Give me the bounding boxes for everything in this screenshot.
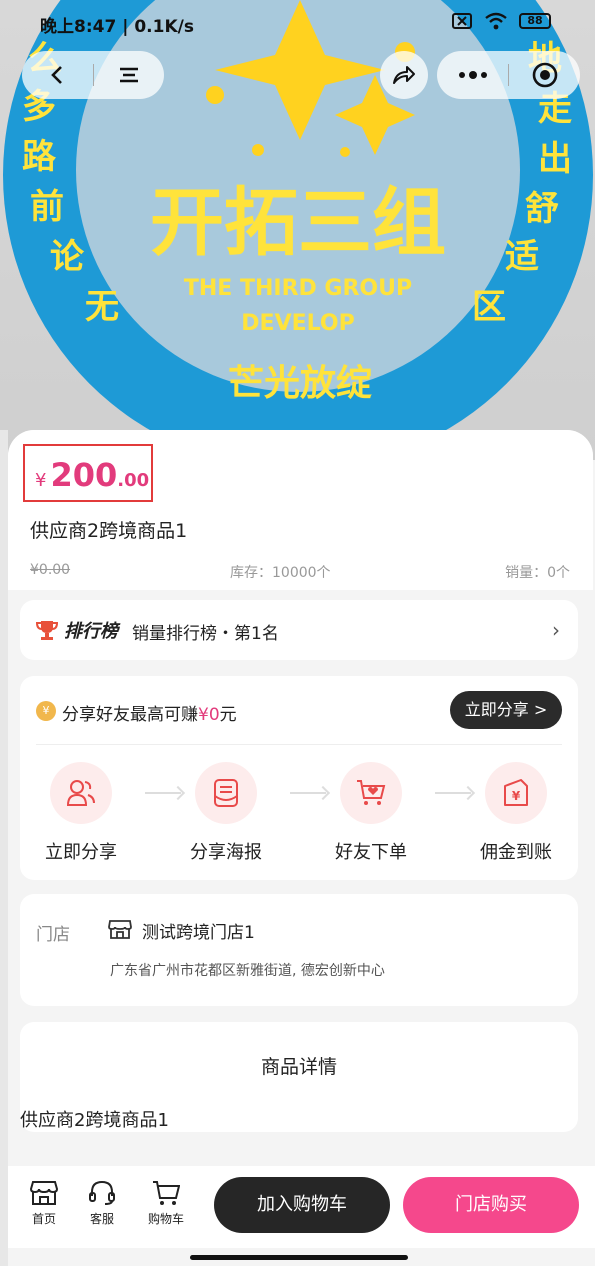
status-time: 晚上8:47 | 0.1K/s (40, 17, 194, 37)
step-label: 立即分享 (45, 842, 117, 863)
poster-icon (214, 779, 238, 807)
trophy-icon (36, 621, 58, 640)
product-info-section: ¥ 200 .00 供应商2跨境商品1 ¥0.00 库存：10000个 销量：0… (8, 430, 593, 590)
banner-left-char: 无 (85, 287, 119, 327)
store-label: 门店 (36, 925, 70, 945)
share-now-button[interactable]: 立即分享 > (450, 691, 562, 729)
close-miniapp-button[interactable] (509, 51, 580, 99)
battery-icon: 88 (519, 13, 551, 29)
shop-home-icon (30, 1181, 58, 1205)
banner-left-char: 前 (30, 187, 64, 227)
bottom-action-bar: 首页 客服 购物车 加入购物车 门店购买 (8, 1166, 595, 1248)
banner-english-line1: THE THIRD GROUP (184, 276, 412, 301)
price-decimal: .00 (117, 470, 150, 491)
cart-heart-icon (357, 780, 386, 805)
step-icon-circle (340, 762, 402, 824)
headset-icon (89, 1180, 115, 1205)
add-to-cart-button[interactable]: 加入购物车 (214, 1177, 390, 1233)
product-sheet: ¥ 200 .00 供应商2跨境商品1 ¥0.00 库存：10000个 销量：0… (8, 430, 593, 1170)
product-meta-row: ¥0.00 库存：10000个 销量：0个 (30, 562, 570, 582)
home-indicator (190, 1255, 408, 1260)
share-arrow-icon (393, 66, 415, 84)
share-amount: ¥0 (198, 705, 220, 725)
more-dots-icon (458, 71, 487, 79)
svg-text:¥: ¥ (512, 789, 521, 803)
detail-body: 供应商2跨境商品1 (20, 1110, 169, 1131)
money-bag-icon: ¥ (504, 779, 528, 806)
banner-left-char: 论 (50, 237, 85, 277)
users-icon (66, 780, 95, 806)
banner-right-char: 适 (505, 237, 539, 277)
more-button[interactable] (437, 51, 508, 99)
step-icon-circle (195, 762, 257, 824)
cart-icon (153, 1181, 180, 1205)
banner-english-line2: DEVELOP (241, 311, 354, 336)
status-icons: 88 (451, 12, 551, 30)
step-icon-circle (50, 762, 112, 824)
divider (36, 744, 562, 745)
step-label: 分享海报 (190, 842, 262, 863)
step-icon-circle: ¥ (485, 762, 547, 824)
product-banner: 开拓三组 THE THIRD GROUP DEVELOP 芒光放绽 么 多 路 … (0, 0, 595, 460)
banner-left-char: 路 (22, 137, 57, 177)
back-button[interactable] (22, 51, 93, 99)
tab-cart-label: 购物车 (147, 1212, 184, 1226)
share-title-suffix: 元 (219, 705, 237, 725)
sales-count: 销量：0个 (505, 565, 570, 581)
coin-icon: ¥ (36, 701, 56, 721)
left-edge (0, 430, 8, 1266)
menu-icon (119, 67, 138, 83)
share-step[interactable]: ¥ 佣金到账 (461, 762, 571, 864)
ranking-card[interactable]: 排行榜 销量排行榜・第1名 › (20, 600, 578, 660)
chevron-right-icon: › (552, 618, 560, 642)
banner-main-text: 开拓三组 (150, 180, 446, 266)
detail-title: 商品详情 (260, 1056, 337, 1078)
share-step[interactable]: 好友下单 (316, 762, 426, 864)
store-icon (108, 920, 132, 939)
nav-left-capsule (22, 51, 164, 99)
tab-service-label: 客服 (89, 1212, 114, 1226)
ranking-text: 销量排行榜・第1名 (132, 624, 279, 644)
ranking-brand: 排行榜 (64, 621, 118, 642)
store-card[interactable]: 门店 测试跨境门店1 广东省广州市花都区新雅街道, 德宏创新中心 (20, 894, 578, 1006)
share-step[interactable]: 分享海报 (171, 762, 281, 864)
banner-right-char: 区 (472, 287, 506, 327)
detail-card: 商品详情 供应商2跨境商品1 (20, 1022, 578, 1132)
store-address: 广东省广州市花都区新雅街道, 德宏创新中心 (110, 963, 385, 979)
share-title: 分享好友最高可赚¥0元 (62, 700, 237, 725)
chevron-left-icon (51, 66, 63, 84)
share-button[interactable] (380, 51, 428, 99)
tab-home-label: 首页 (31, 1212, 56, 1226)
share-card: ¥ 分享好友最高可赚¥0元 立即分享 > 立即分享 分享海报 好友下单 ¥ 佣金… (20, 676, 578, 880)
step-label: 好友下单 (335, 842, 407, 863)
step-label: 佣金到账 (480, 842, 552, 863)
status-bar: 晚上8:47 | 0.1K/s 88 (0, 0, 595, 46)
no-sim-icon (452, 13, 472, 29)
share-step[interactable]: 立即分享 (26, 762, 136, 864)
price-currency: ¥ (35, 470, 47, 491)
target-icon (532, 62, 557, 88)
menu-button[interactable] (94, 51, 165, 99)
price-integer: 200 (50, 456, 118, 494)
banner-right-char: 舒 (525, 189, 559, 229)
price-box: ¥ 200 .00 (23, 444, 153, 502)
store-buy-button[interactable]: 门店购买 (403, 1177, 579, 1233)
tab-home[interactable]: 首页 (16, 1180, 72, 1227)
banner-bottom-text: 芒光放绽 (228, 363, 372, 404)
nav-right-capsule (437, 51, 580, 99)
tab-service[interactable]: 客服 (74, 1180, 130, 1227)
store-name: 测试跨境门店1 (142, 923, 255, 943)
original-price: ¥0.00 (30, 562, 71, 578)
tab-cart[interactable]: 购物车 (138, 1180, 194, 1227)
share-title-prefix: 分享好友最高可赚 (62, 705, 198, 725)
banner-right-char: 出 (538, 139, 572, 179)
wifi-icon (485, 12, 507, 30)
stock-count: 库存：10000个 (230, 565, 331, 581)
product-title: 供应商2跨境商品1 (30, 520, 188, 542)
